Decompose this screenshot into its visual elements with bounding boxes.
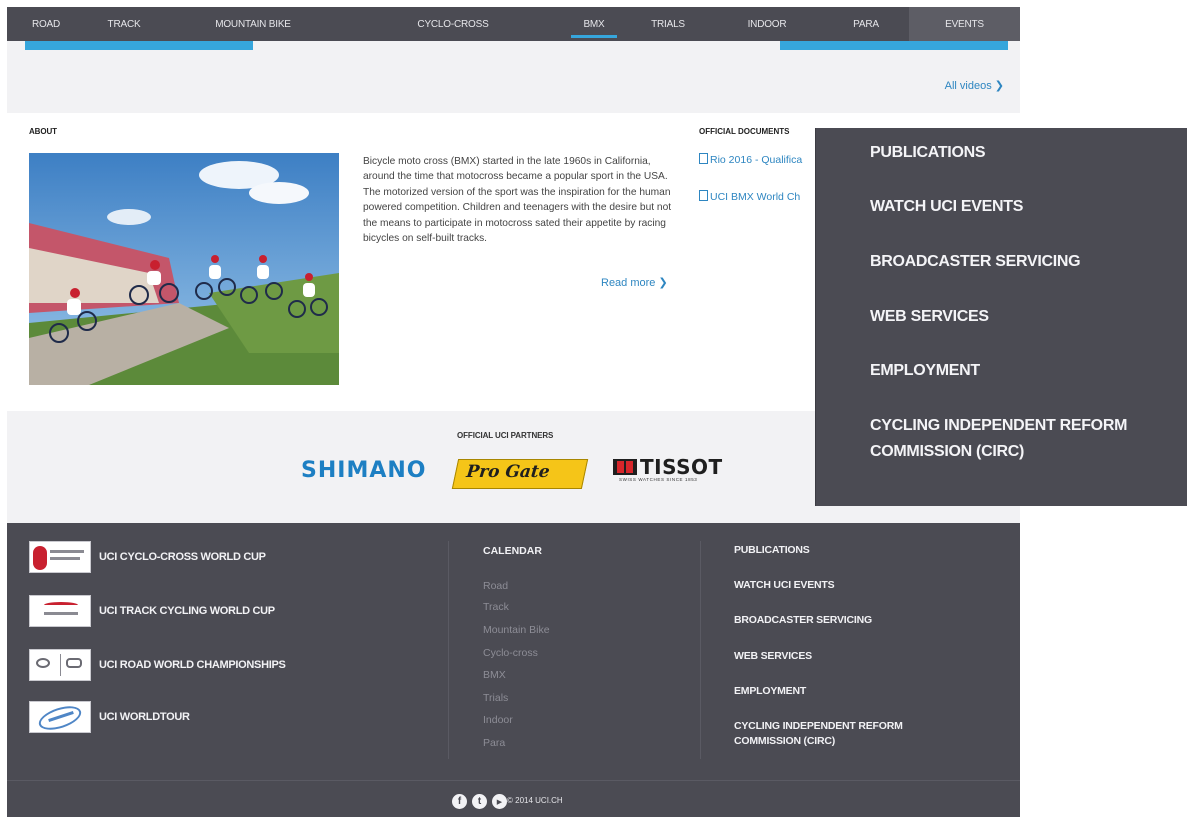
footer-link-broadcaster-servicing[interactable]: BROADCASTER SERVICING: [734, 613, 974, 628]
document-icon: [699, 190, 708, 201]
calendar-heading: CALENDAR: [483, 545, 542, 557]
zoom-link-web-services[interactable]: WEB SERVICES: [870, 305, 989, 329]
nav-item-road[interactable]: ROAD: [7, 7, 85, 41]
official-documents-heading: OFFICIAL DOCUMENTS: [699, 127, 790, 136]
shimano-logo[interactable]: SHIMANO: [301, 458, 426, 483]
all-videos-link[interactable]: All videos ❯: [945, 79, 1004, 92]
pro-gate-logo[interactable]: Pro Gate: [451, 459, 589, 489]
nav-item-bmx[interactable]: BMX: [563, 7, 625, 41]
track-world-cup-logo: [29, 595, 91, 627]
calendar-link-road[interactable]: Road: [483, 580, 508, 592]
video-band: All videos ❯: [7, 41, 1020, 113]
zoom-link-circ-line-1[interactable]: CYCLING INDEPENDENT REFORM: [870, 414, 1127, 438]
column-divider: [448, 541, 449, 759]
calendar-link-para[interactable]: Para: [483, 737, 505, 749]
about-heading: ABOUT: [29, 127, 57, 136]
footer-divider: [7, 780, 1020, 781]
calendar-link-track[interactable]: Track: [483, 601, 509, 613]
document-link-label: UCI BMX World Ch: [710, 191, 801, 203]
facebook-icon[interactable]: f: [452, 794, 467, 809]
zoom-link-employment[interactable]: EMPLOYMENT: [870, 359, 980, 383]
column-divider: [700, 541, 701, 759]
world-cup-link-road[interactable]: UCI ROAD WORLD CHAMPIONSHIPS: [29, 649, 286, 681]
document-icon: [699, 153, 708, 164]
nav-item-indoor[interactable]: INDOOR: [711, 7, 823, 41]
tissot-tagline: SWISS WATCHES SINCE 1853: [619, 477, 698, 482]
world-cup-label: UCI CYCLO-CROSS WORLD CUP: [99, 551, 266, 563]
about-description: Bicycle moto cross (BMX) started in the …: [363, 156, 672, 245]
tissot-wordmark: TISSOT: [640, 455, 723, 479]
nav-item-trials[interactable]: TRIALS: [625, 7, 711, 41]
top-navigation: ROAD TRACK MOUNTAIN BIKE CYCLO-CROSS BMX…: [7, 7, 1020, 41]
video-thumbnail-strip[interactable]: [780, 41, 1008, 50]
nav-item-cyclo-cross[interactable]: CYCLO-CROSS: [343, 7, 563, 41]
nav-item-events[interactable]: EVENTS: [909, 7, 1020, 41]
youtube-icon[interactable]: ▶: [492, 794, 507, 809]
nav-item-para[interactable]: PARA: [823, 7, 909, 41]
calendar-link-cyclo-cross[interactable]: Cyclo-cross: [483, 647, 538, 659]
road-world-championships-logo: [29, 649, 91, 681]
read-more-link[interactable]: Read more ❯: [601, 276, 668, 289]
footer-link-web-services[interactable]: WEB SERVICES: [734, 649, 974, 664]
zoom-link-broadcaster-servicing[interactable]: BROADCASTER SERVICING: [870, 250, 1081, 274]
footer-link-publications[interactable]: PUBLICATIONS: [734, 543, 974, 558]
zoom-link-publications[interactable]: PUBLICATIONS: [870, 141, 986, 165]
worldtour-logo: [29, 701, 91, 733]
video-thumbnail-strip[interactable]: [25, 41, 253, 50]
world-cup-link-worldtour[interactable]: UCI WORLDTOUR: [29, 701, 190, 733]
world-cup-link-cyclo-cross[interactable]: UCI CYCLO-CROSS WORLD CUP: [29, 541, 266, 573]
world-cup-label: UCI WORLDTOUR: [99, 711, 190, 723]
copyright-text: © 2014 UCI.CH: [507, 796, 563, 805]
nav-item-track[interactable]: TRACK: [85, 7, 163, 41]
world-cup-link-track[interactable]: UCI TRACK CYCLING WORLD CUP: [29, 595, 275, 627]
pro-gate-logo-text: Pro Gate: [465, 462, 551, 482]
twitter-icon[interactable]: t: [472, 794, 487, 809]
document-link-bmx-world-championships[interactable]: UCI BMX World Ch: [699, 190, 800, 203]
calendar-link-trials[interactable]: Trials: [483, 692, 508, 704]
zoomed-footer-links-panel: PUBLICATIONS WATCH UCI EVENTS BROADCASTE…: [816, 128, 1187, 506]
footer-link-employment[interactable]: EMPLOYMENT: [734, 684, 974, 699]
footer-link-circ[interactable]: CYCLING INDEPENDENT REFORM COMMISSION (C…: [734, 719, 964, 748]
nav-item-mountain-bike[interactable]: MOUNTAIN BIKE: [163, 7, 343, 41]
bmx-race-illustration: [29, 153, 339, 385]
footer: UCI CYCLO-CROSS WORLD CUP UCI TRACK CYCL…: [7, 523, 1020, 817]
tissot-cross-icon: [613, 459, 637, 475]
calendar-link-mountain-bike[interactable]: Mountain Bike: [483, 624, 550, 636]
partners-heading: OFFICIAL UCI PARTNERS: [457, 431, 554, 440]
calendar-link-bmx[interactable]: BMX: [483, 669, 506, 681]
document-link-rio-2016[interactable]: Rio 2016 - Qualifica: [699, 153, 802, 166]
bmx-race-photo: [29, 153, 339, 385]
calendar-link-indoor[interactable]: Indoor: [483, 714, 513, 726]
zoom-link-watch-uci-events[interactable]: WATCH UCI EVENTS: [870, 195, 1023, 219]
zoom-link-circ-line-2[interactable]: COMMISSION (CIRC): [870, 440, 1024, 464]
world-cup-label: UCI ROAD WORLD CHAMPIONSHIPS: [99, 659, 286, 671]
cyclo-cross-world-cup-logo: [29, 541, 91, 573]
footer-link-watch-uci-events[interactable]: WATCH UCI EVENTS: [734, 578, 974, 593]
document-link-label: Rio 2016 - Qualifica: [710, 154, 803, 166]
world-cup-label: UCI TRACK CYCLING WORLD CUP: [99, 605, 275, 617]
